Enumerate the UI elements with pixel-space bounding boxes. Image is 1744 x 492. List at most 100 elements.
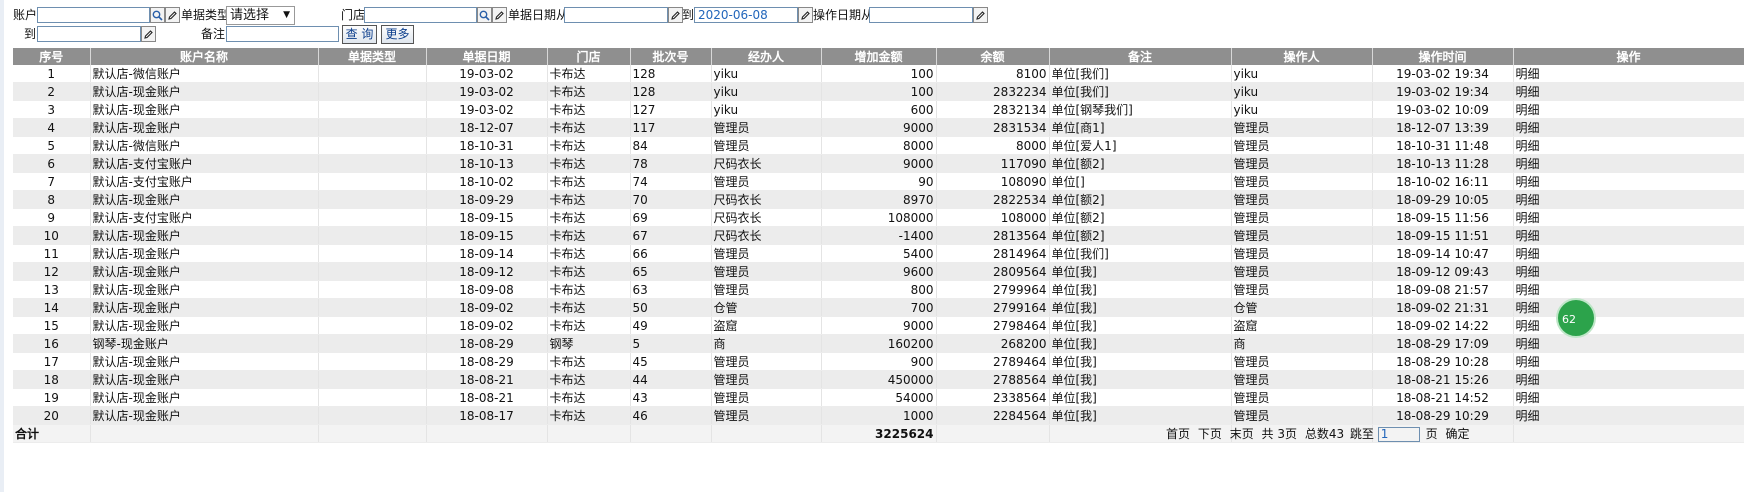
header-balance[interactable]: 余额 <box>936 48 1050 65</box>
cell-doc-type <box>318 208 427 227</box>
table-row[interactable]: 12 默认店-现金账户 18-09-12 卡布达 65 管理员 9600 2809564 单位[… <box>13 262 1744 281</box>
table-row[interactable]: 11 默认店-现金账户 18-09-14 卡布达 66 管理员 5400 2814964 单位[… <box>13 244 1744 263</box>
jump-page-input[interactable]: 1 <box>1377 427 1420 442</box>
cell-action[interactable]: 明细 <box>1513 352 1744 371</box>
query-button[interactable]: 查 询 <box>342 25 377 44</box>
cell-balance: 8000 <box>936 136 1050 155</box>
more-button[interactable]: 更多 <box>381 25 414 44</box>
confirm-jump-button[interactable]: 确定 <box>1445 427 1469 441</box>
op-date-to-input[interactable] <box>37 26 141 42</box>
table-row[interactable]: 4 默认店-现金账户 18-12-07 卡布达 117 管理员 9000 2831534 单位[… <box>13 118 1744 137</box>
header-operator[interactable]: 操作人 <box>1231 48 1373 65</box>
header-account-name[interactable]: 账户名称 <box>90 48 319 65</box>
store-input[interactable] <box>364 7 477 23</box>
doc-date-from-edit-icon[interactable] <box>668 7 683 23</box>
doc-type-select[interactable]: 请选择 ▼ <box>226 6 295 25</box>
op-date-to-edit-icon[interactable] <box>141 26 156 42</box>
doc-date-to-edit-icon[interactable] <box>798 7 813 23</box>
cell-action[interactable]: 明细 <box>1513 298 1744 317</box>
cell-store: 卡布达 <box>547 154 631 173</box>
account-input[interactable] <box>37 7 150 23</box>
cell-action[interactable]: 明细 <box>1513 100 1744 119</box>
cell-action[interactable]: 明细 <box>1513 406 1744 425</box>
table-row[interactable]: 16 钢琴-现金账户 18-08-29 钢琴 5 商 160200 268200 单位[我] 商 1… <box>13 334 1744 353</box>
first-page-link[interactable]: 首页 <box>1166 427 1190 441</box>
cell-doc-date: 18-08-21 <box>426 370 548 389</box>
cell-account-name: 默认店-现金账户 <box>90 226 319 245</box>
floating-badge[interactable]: 62 <box>1556 298 1596 338</box>
op-date-from-edit-icon[interactable] <box>973 7 988 23</box>
cell-store: 卡布达 <box>547 82 631 101</box>
cell-batch: 43 <box>630 388 712 407</box>
table-row[interactable]: 10 默认店-现金账户 18-09-15 卡布达 67 尺码衣长 -1400 2813564 单… <box>13 226 1744 245</box>
cell-action[interactable]: 明细 <box>1513 172 1744 191</box>
header-doc-type[interactable]: 单据类型 <box>318 48 427 65</box>
header-amount[interactable]: 增加金额 <box>821 48 937 65</box>
cell-action[interactable]: 明细 <box>1513 334 1744 353</box>
header-handler[interactable]: 经办人 <box>711 48 822 65</box>
header-store[interactable]: 门店 <box>547 48 631 65</box>
account-search-icon[interactable] <box>150 7 165 23</box>
table-row[interactable]: 7 默认店-支付宝账户 18-10-02 卡布达 74 管理员 90 108090 单位[] 管理… <box>13 172 1744 191</box>
cell-store: 钢琴 <box>547 334 631 353</box>
table-row[interactable]: 2 默认店-现金账户 19-03-02 卡布达 128 yiku 100 2832234 单位[… <box>13 82 1744 101</box>
store-search-icon[interactable] <box>477 7 492 23</box>
cell-doc-type <box>318 334 427 353</box>
table-row[interactable]: 14 默认店-现金账户 18-09-02 卡布达 50 仓管 700 2799164 单位[我]… <box>13 298 1744 317</box>
table-row[interactable]: 20 默认店-现金账户 18-08-17 卡布达 46 管理员 1000 2284564 单位[… <box>13 406 1744 425</box>
cell-amount: 600 <box>821 100 937 119</box>
cell-action[interactable]: 明细 <box>1513 316 1744 335</box>
cell-action[interactable]: 明细 <box>1513 262 1744 281</box>
cell-remark: 单位[我们] <box>1049 244 1232 263</box>
table-row[interactable]: 13 默认店-现金账户 18-09-08 卡布达 63 管理员 800 2799964 单位[我… <box>13 280 1744 299</box>
jump-label: 跳至 <box>1349 427 1374 441</box>
account-edit-icon[interactable] <box>165 7 180 23</box>
header-remark[interactable]: 备注 <box>1049 48 1232 65</box>
doc-date-from-input[interactable] <box>564 7 668 23</box>
pagination: 首页 下页 末页 共 3页 总数43 跳至 1 页 确定 <box>1166 426 1473 442</box>
cell-handler: 管理员 <box>711 172 822 191</box>
table-row[interactable]: 6 默认店-支付宝账户 18-10-13 卡布达 78 尺码衣长 9000 117090 单位[… <box>13 154 1744 173</box>
header-action[interactable]: 操作 <box>1513 48 1744 65</box>
cell-action[interactable]: 明细 <box>1513 190 1744 209</box>
cell-action[interactable]: 明细 <box>1513 280 1744 299</box>
header-batch[interactable]: 批次号 <box>630 48 712 65</box>
last-page-link[interactable]: 末页 <box>1230 427 1254 441</box>
op-date-from-input[interactable] <box>869 7 973 23</box>
table-row[interactable]: 5 默认店-微信账户 18-10-31 卡布达 84 管理员 8000 8000 单位[爱人1]… <box>13 136 1744 155</box>
cell-handler: 尺码衣长 <box>711 208 822 227</box>
table-row[interactable]: 19 默认店-现金账户 18-08-21 卡布达 43 管理员 54000 2338564 单位… <box>13 388 1744 407</box>
next-page-link[interactable]: 下页 <box>1198 427 1222 441</box>
cell-batch: 46 <box>630 406 712 425</box>
header-doc-date[interactable]: 单据日期 <box>426 48 548 65</box>
remark-input[interactable] <box>226 26 339 42</box>
cell-handler: 管理员 <box>711 136 822 155</box>
header-op-time[interactable]: 操作时间 <box>1372 48 1514 65</box>
cell-action[interactable]: 明细 <box>1513 388 1744 407</box>
cell-action[interactable]: 明细 <box>1513 136 1744 155</box>
cell-operator: 管理员 <box>1231 136 1373 155</box>
cell-store: 卡布达 <box>547 244 631 263</box>
cell-store: 卡布达 <box>547 370 631 389</box>
table-row[interactable]: 3 默认店-现金账户 19-03-02 卡布达 127 yiku 600 2832134 单位[… <box>13 100 1744 119</box>
table-row[interactable]: 9 默认店-支付宝账户 18-09-15 卡布达 69 尺码衣长 108000 108000 单… <box>13 208 1744 227</box>
cell-action[interactable]: 明细 <box>1513 118 1744 137</box>
cell-store: 卡布达 <box>547 406 631 425</box>
header-seq[interactable]: 序号 <box>13 48 91 65</box>
cell-action[interactable]: 明细 <box>1513 226 1744 245</box>
table-row[interactable]: 17 默认店-现金账户 18-08-29 卡布达 45 管理员 900 2789464 单位[我… <box>13 352 1744 371</box>
table-row[interactable]: 18 默认店-现金账户 18-08-21 卡布达 44 管理员 450000 2788564 单… <box>13 370 1744 389</box>
store-edit-icon[interactable] <box>492 7 507 23</box>
cell-action[interactable]: 明细 <box>1513 208 1744 227</box>
table-row[interactable]: 8 默认店-现金账户 18-09-29 卡布达 70 尺码衣长 8970 2822534 单位[… <box>13 190 1744 209</box>
doc-date-to-input[interactable]: 2020-06-08 <box>694 7 798 23</box>
cell-action[interactable]: 明细 <box>1513 65 1744 83</box>
cell-action[interactable]: 明细 <box>1513 154 1744 173</box>
cell-op-time: 18-09-14 10:47 <box>1372 244 1514 263</box>
cell-action[interactable]: 明细 <box>1513 82 1744 101</box>
cell-op-time: 19-03-02 19:34 <box>1372 82 1514 101</box>
cell-action[interactable]: 明细 <box>1513 244 1744 263</box>
table-row[interactable]: 1 默认店-微信账户 19-03-02 卡布达 128 yiku 100 8100 单位[我们]… <box>13 65 1744 83</box>
table-row[interactable]: 15 默认店-现金账户 18-09-02 卡布达 49 盗窟 9000 2798464 单位[我… <box>13 316 1744 335</box>
cell-action[interactable]: 明细 <box>1513 370 1744 389</box>
